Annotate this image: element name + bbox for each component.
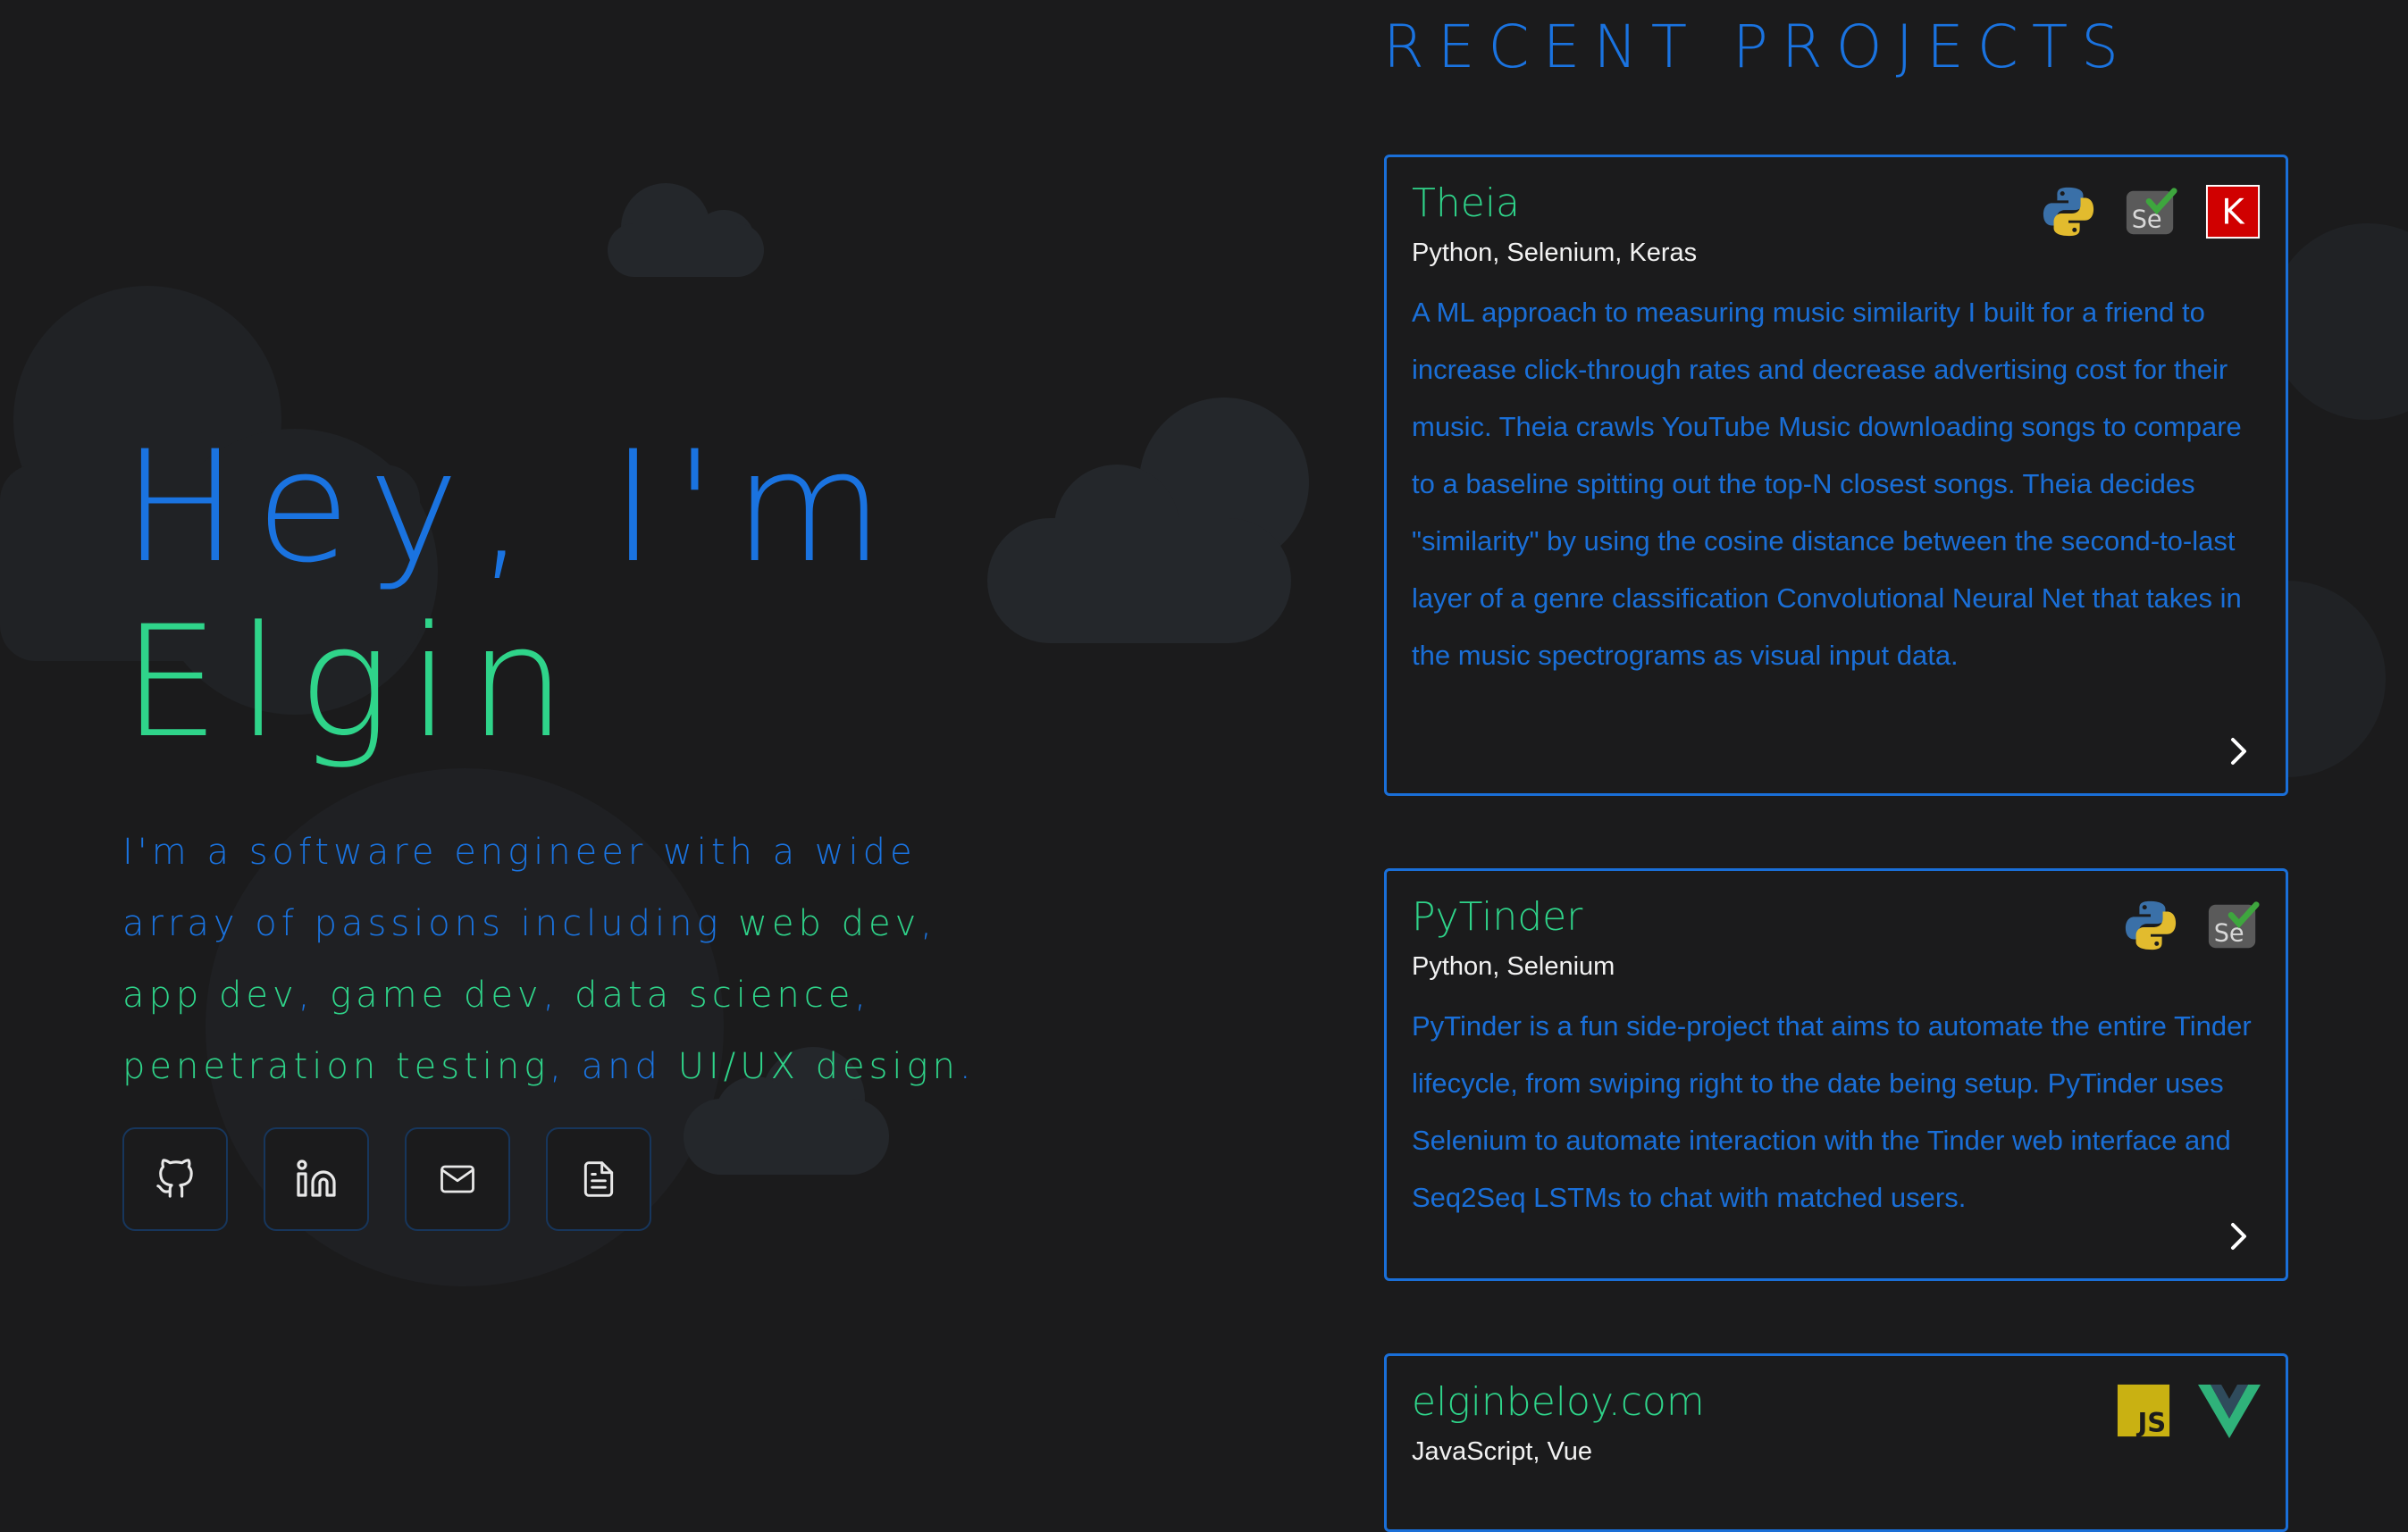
social-links	[122, 1127, 651, 1231]
document-icon	[583, 1161, 614, 1197]
project-description: A ML approach to measuring music similar…	[1412, 297, 2242, 671]
project-stack: JavaScript, Vue	[1412, 1437, 1593, 1466]
intro-separator: ,	[920, 903, 936, 944]
keras-icon: K	[2205, 184, 2261, 239]
email-button[interactable]	[405, 1127, 510, 1231]
python-icon	[2043, 187, 2094, 237]
linkedin-icon	[297, 1159, 336, 1197]
project-stack: Python, Selenium, Keras	[1412, 239, 1698, 267]
intro-separator: ,	[298, 975, 331, 1016]
passion-penetration-testing: penetration testing	[122, 1046, 550, 1087]
keras-icon-text: K	[2221, 193, 2245, 233]
tech-icons: Se K	[2041, 184, 2261, 239]
passion-app-dev: app dev	[122, 975, 298, 1016]
tech-icons: JS	[2116, 1383, 2261, 1438]
name-heading: Elgin	[122, 592, 584, 772]
github-button[interactable]	[122, 1127, 228, 1231]
chevron-right-icon[interactable]	[2228, 736, 2250, 766]
vue-icon	[2198, 1385, 2261, 1438]
passion-web-dev: web dev	[738, 903, 921, 944]
project-card-elginbeloy[interactable]: elginbeloy.com JavaScript, Vue JS	[1384, 1353, 2288, 1532]
linkedin-button[interactable]	[264, 1127, 369, 1231]
github-icon	[156, 1159, 193, 1198]
project-card-pytinder[interactable]: PyTinder Python, Selenium PyTinder is a …	[1384, 868, 2288, 1281]
cloud-shape	[608, 183, 764, 277]
selenium-icon: Se	[2126, 188, 2177, 235]
selenium-icon: Se	[2208, 901, 2260, 949]
javascript-icon-text: JS	[2135, 1407, 2166, 1437]
chevron-right-icon[interactable]	[2228, 1221, 2250, 1252]
project-description: PyTinder is a fun side-project that aims…	[1412, 1010, 2252, 1213]
intro-text: I'm a software engineer with a wide arra…	[122, 816, 1025, 1102]
intro-separator: ,	[542, 975, 575, 1016]
resume-button[interactable]	[546, 1127, 651, 1231]
hero: Hey, I'm Elgin I'm a software engineer w…	[122, 420, 1016, 1102]
greeting-heading: Hey, I'm	[122, 417, 902, 597]
intro-separator: , and	[550, 1046, 678, 1087]
intro-separator: ,	[854, 975, 871, 1016]
mail-icon	[440, 1165, 474, 1193]
project-card-theia[interactable]: Theia Python, Selenium, Keras A ML appro…	[1384, 155, 2288, 796]
passion-data-science: data science	[575, 975, 855, 1016]
tech-icons: Se	[2123, 898, 2261, 953]
passion-game-dev: game dev	[330, 975, 543, 1016]
javascript-icon: JS	[2117, 1384, 2170, 1437]
passion-ui-ux-design: UI/UX design	[677, 1046, 960, 1087]
intro-end: .	[959, 1046, 976, 1087]
recent-projects-heading: RECENT PROJECTS	[1383, 13, 2133, 81]
project-stack: Python, Selenium	[1412, 952, 1615, 981]
python-icon	[2125, 900, 2177, 950]
